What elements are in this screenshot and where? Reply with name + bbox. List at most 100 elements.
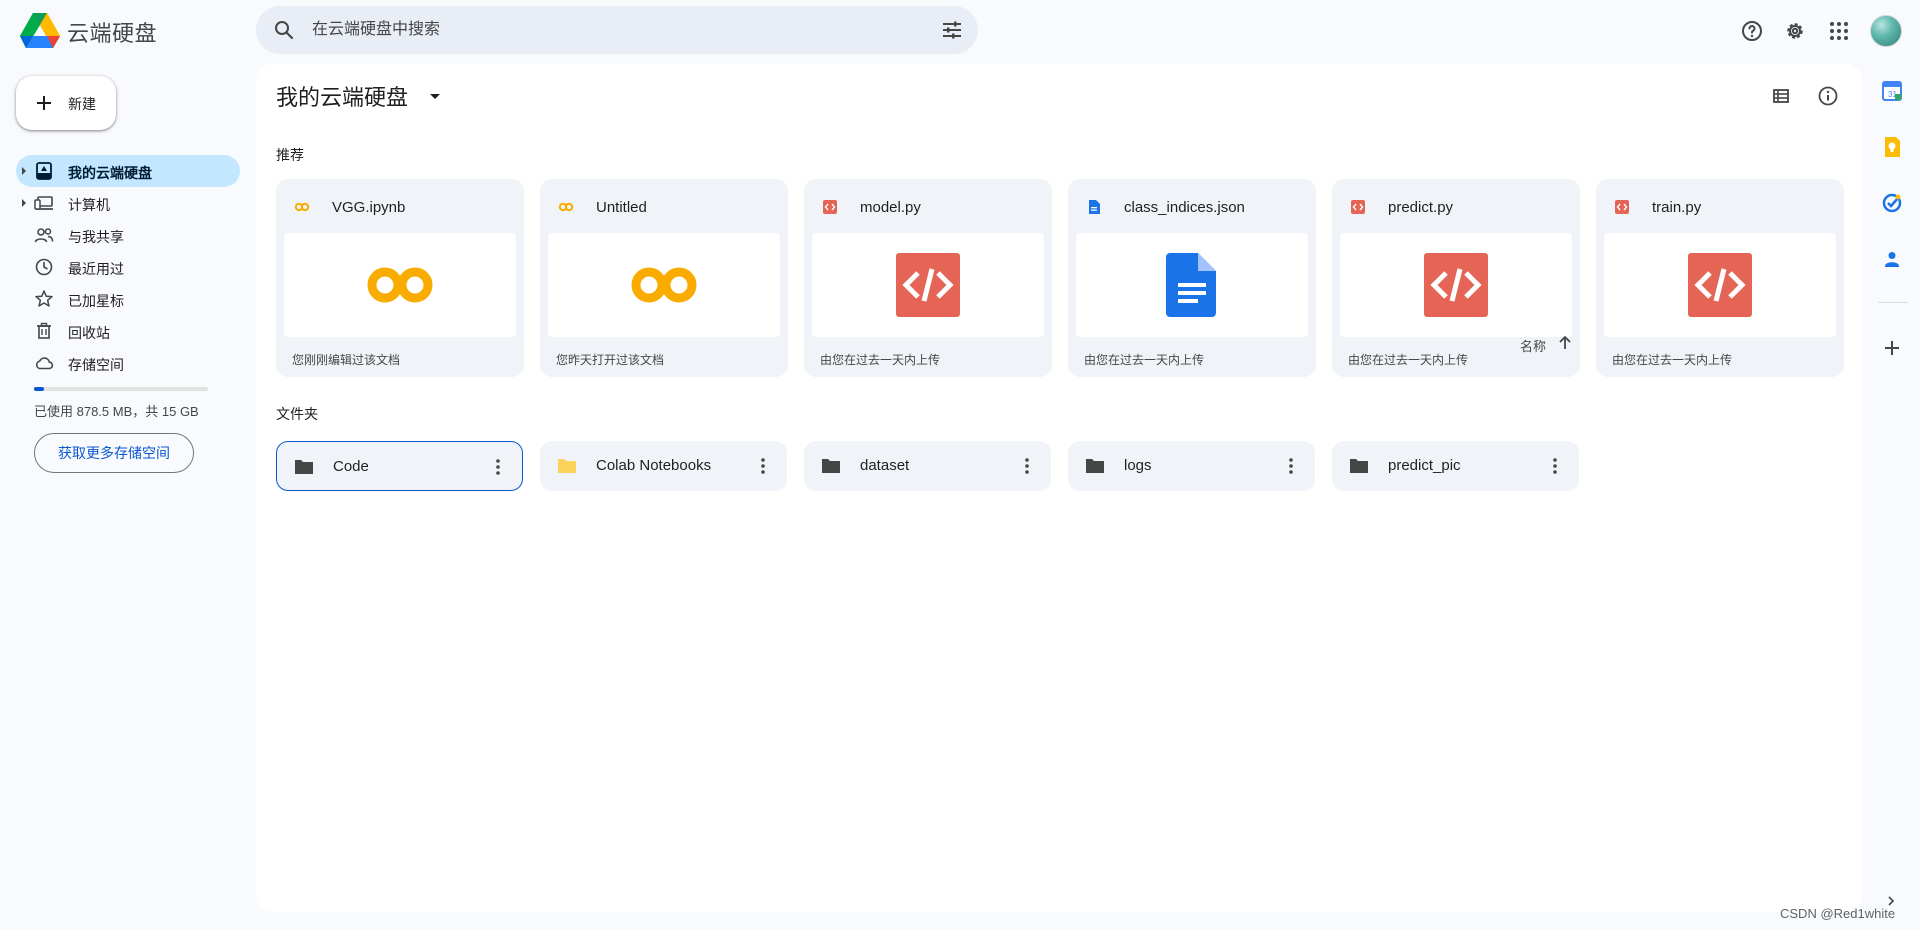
file-thumbnail <box>284 233 516 337</box>
sidebar-item-label: 计算机 <box>68 197 110 213</box>
expand-caret-icon[interactable] <box>22 199 26 207</box>
watermark-text: CSDN @Red1white <box>1780 906 1896 921</box>
sidebar-item-starred[interactable]: 已加星标 <box>16 283 240 315</box>
new-button-label: 新建 <box>68 96 96 112</box>
page-title[interactable]: 我的云端硬盘 <box>276 80 408 112</box>
expand-caret-icon[interactable] <box>22 167 26 175</box>
sort-ascending-icon[interactable] <box>1556 334 1574 352</box>
sidebar-item-label: 存储空间 <box>68 357 124 373</box>
help-icon[interactable] <box>1740 19 1764 43</box>
suggested-file-card[interactable]: train.py 由您在过去一天内上传 <box>1596 179 1844 377</box>
code-file-large-icon <box>896 253 960 317</box>
shared-icon <box>34 228 54 243</box>
contacts-icon[interactable] <box>1881 248 1903 270</box>
file-name: VGG.ipynb <box>332 199 406 216</box>
info-icon[interactable] <box>1816 84 1840 108</box>
sidebar-item-recent[interactable]: 最近用过 <box>16 251 240 283</box>
new-button[interactable]: 新建 <box>16 76 116 130</box>
folder-item[interactable]: logs <box>1068 441 1315 491</box>
calendar-icon[interactable]: 31 <box>1881 80 1903 102</box>
sidebar-item-my-drive[interactable]: 我的云端硬盘 <box>16 155 240 187</box>
trash-icon <box>37 322 51 339</box>
file-name: train.py <box>1652 199 1702 216</box>
folder-item[interactable]: predict_pic <box>1332 441 1579 491</box>
suggested-file-card[interactable]: VGG.ipynb 您刚刚编辑过该文档 <box>276 179 524 377</box>
plus-icon <box>37 96 51 110</box>
doc-file-large-icon <box>1166 253 1216 317</box>
file-thumbnail <box>1076 233 1308 337</box>
file-activity: 由您在过去一天内上传 <box>820 353 941 367</box>
file-name: class_indices.json <box>1124 199 1245 216</box>
add-icon[interactable] <box>1881 337 1903 359</box>
search-icon[interactable] <box>272 18 296 42</box>
file-activity: 由您在过去一天内上传 <box>1348 353 1469 367</box>
side-panel-divider <box>1878 302 1908 303</box>
more-options-icon[interactable] <box>751 454 775 478</box>
list-view-icon[interactable] <box>1769 84 1793 108</box>
file-thumbnail <box>1340 233 1572 337</box>
more-options-icon[interactable] <box>486 455 510 479</box>
folder-name: Code <box>333 458 369 475</box>
file-name: Untitled <box>596 199 647 216</box>
colab-logo-icon <box>367 267 433 303</box>
title-dropdown-icon[interactable] <box>430 94 440 99</box>
file-thumbnail <box>1604 233 1836 337</box>
sidebar-item-trash[interactable]: 回收站 <box>16 315 240 347</box>
file-name: model.py <box>860 199 921 216</box>
code-file-large-icon <box>1688 253 1752 317</box>
file-thumbnail <box>812 233 1044 337</box>
suggested-section-label: 推荐 <box>276 147 304 163</box>
apps-grid-icon[interactable] <box>1827 19 1851 43</box>
sidebar-item-label: 回收站 <box>68 325 110 341</box>
folder-name: Colab Notebooks <box>596 457 712 474</box>
app-title: 云端硬盘 <box>67 21 158 46</box>
folder-icon <box>1086 459 1104 473</box>
sidebar-item-label: 我的云端硬盘 <box>68 165 152 181</box>
my-drive-icon <box>36 162 52 180</box>
search-bar[interactable] <box>256 6 978 54</box>
cloud-icon <box>35 357 54 370</box>
file-activity: 由您在过去一天内上传 <box>1084 353 1205 367</box>
file-thumbnail <box>548 233 780 337</box>
filter-icon[interactable] <box>940 18 964 42</box>
star-icon <box>35 290 53 307</box>
file-activity: 由您在过去一天内上传 <box>1612 353 1733 367</box>
colab-file-icon <box>558 202 574 212</box>
folder-name: dataset <box>860 457 910 474</box>
search-input[interactable] <box>312 6 872 54</box>
more-options-icon[interactable] <box>1279 454 1303 478</box>
svg-text:31: 31 <box>1888 90 1897 99</box>
sidebar-item-label: 最近用过 <box>68 261 124 277</box>
tasks-icon[interactable] <box>1881 192 1903 214</box>
more-options-icon[interactable] <box>1015 454 1039 478</box>
sidebar-item-shared[interactable]: 与我共享 <box>16 219 240 251</box>
folder-item[interactable]: Colab Notebooks <box>540 441 787 491</box>
account-avatar[interactable] <box>1870 15 1902 47</box>
colab-file-icon <box>294 202 310 212</box>
drive-logo-icon[interactable] <box>20 12 60 48</box>
computers-icon <box>34 196 53 210</box>
suggested-file-card[interactable]: Untitled 您昨天打开过该文档 <box>540 179 788 377</box>
folder-item[interactable]: dataset <box>804 441 1051 491</box>
folder-item[interactable]: Code <box>276 441 523 491</box>
file-name: predict.py <box>1388 199 1454 216</box>
sidebar-item-label: 与我共享 <box>68 229 124 245</box>
folder-icon <box>295 460 313 474</box>
get-more-storage-button[interactable]: 获取更多存储空间 <box>34 433 194 473</box>
drive-app: 云端硬盘 在云端硬盘中搜索 新建 我的云端硬盘 计算机 与我共享 最近用过 已加… <box>0 0 1920 929</box>
sidebar-item-storage[interactable]: 存储空间 <box>16 347 240 379</box>
folders-section-label: 文件夹 <box>276 406 318 422</box>
suggested-file-card[interactable]: class_indices.json 由您在过去一天内上传 <box>1068 179 1316 377</box>
sidebar-item-computers[interactable]: 计算机 <box>16 187 240 219</box>
suggested-file-card[interactable]: model.py 由您在过去一天内上传 <box>804 179 1052 377</box>
more-options-icon[interactable] <box>1543 454 1567 478</box>
keep-icon[interactable] <box>1881 136 1903 158</box>
file-activity: 您刚刚编辑过该文档 <box>292 353 401 367</box>
top-bar: 云端硬盘 <box>0 0 1920 64</box>
settings-icon[interactable] <box>1783 19 1807 43</box>
code-file-icon <box>1615 200 1629 214</box>
doc-file-icon <box>1089 200 1100 214</box>
sort-by-name-button[interactable]: 名称 <box>1520 336 1546 355</box>
code-file-icon <box>823 200 837 214</box>
storage-progress-fill <box>34 387 44 391</box>
